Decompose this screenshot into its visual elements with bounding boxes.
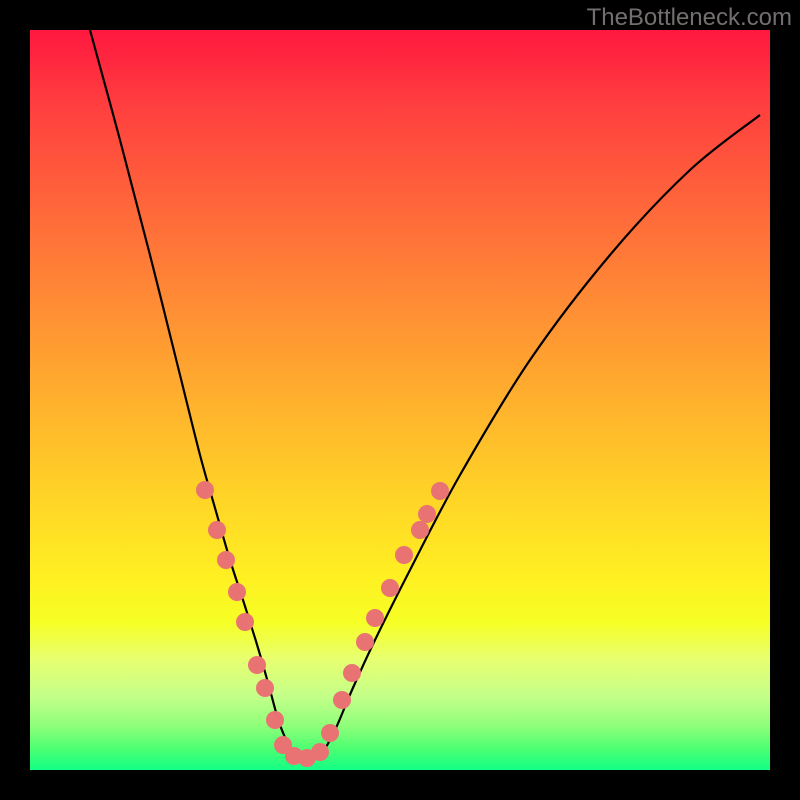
marker-dot xyxy=(266,711,284,729)
marker-dot xyxy=(228,583,246,601)
plot-area xyxy=(30,30,770,770)
marker-dot xyxy=(431,482,449,500)
watermark-text: TheBottleneck.com xyxy=(587,4,792,32)
marker-dot xyxy=(321,724,339,742)
chart-svg xyxy=(30,30,770,770)
marker-dot xyxy=(196,481,214,499)
marker-dot xyxy=(381,579,399,597)
marker-dot xyxy=(411,521,429,539)
marker-dot xyxy=(418,505,436,523)
main-curve xyxy=(90,30,760,760)
marker-dots xyxy=(196,481,449,767)
marker-dot xyxy=(333,691,351,709)
marker-dot xyxy=(208,521,226,539)
marker-dot xyxy=(248,656,266,674)
marker-dot xyxy=(217,551,235,569)
marker-dot xyxy=(256,679,274,697)
marker-dot xyxy=(343,664,361,682)
outer-frame: TheBottleneck.com xyxy=(0,0,800,800)
marker-dot xyxy=(311,743,329,761)
marker-dot xyxy=(356,633,374,651)
marker-dot xyxy=(236,613,254,631)
marker-dot xyxy=(395,546,413,564)
marker-dot xyxy=(366,609,384,627)
